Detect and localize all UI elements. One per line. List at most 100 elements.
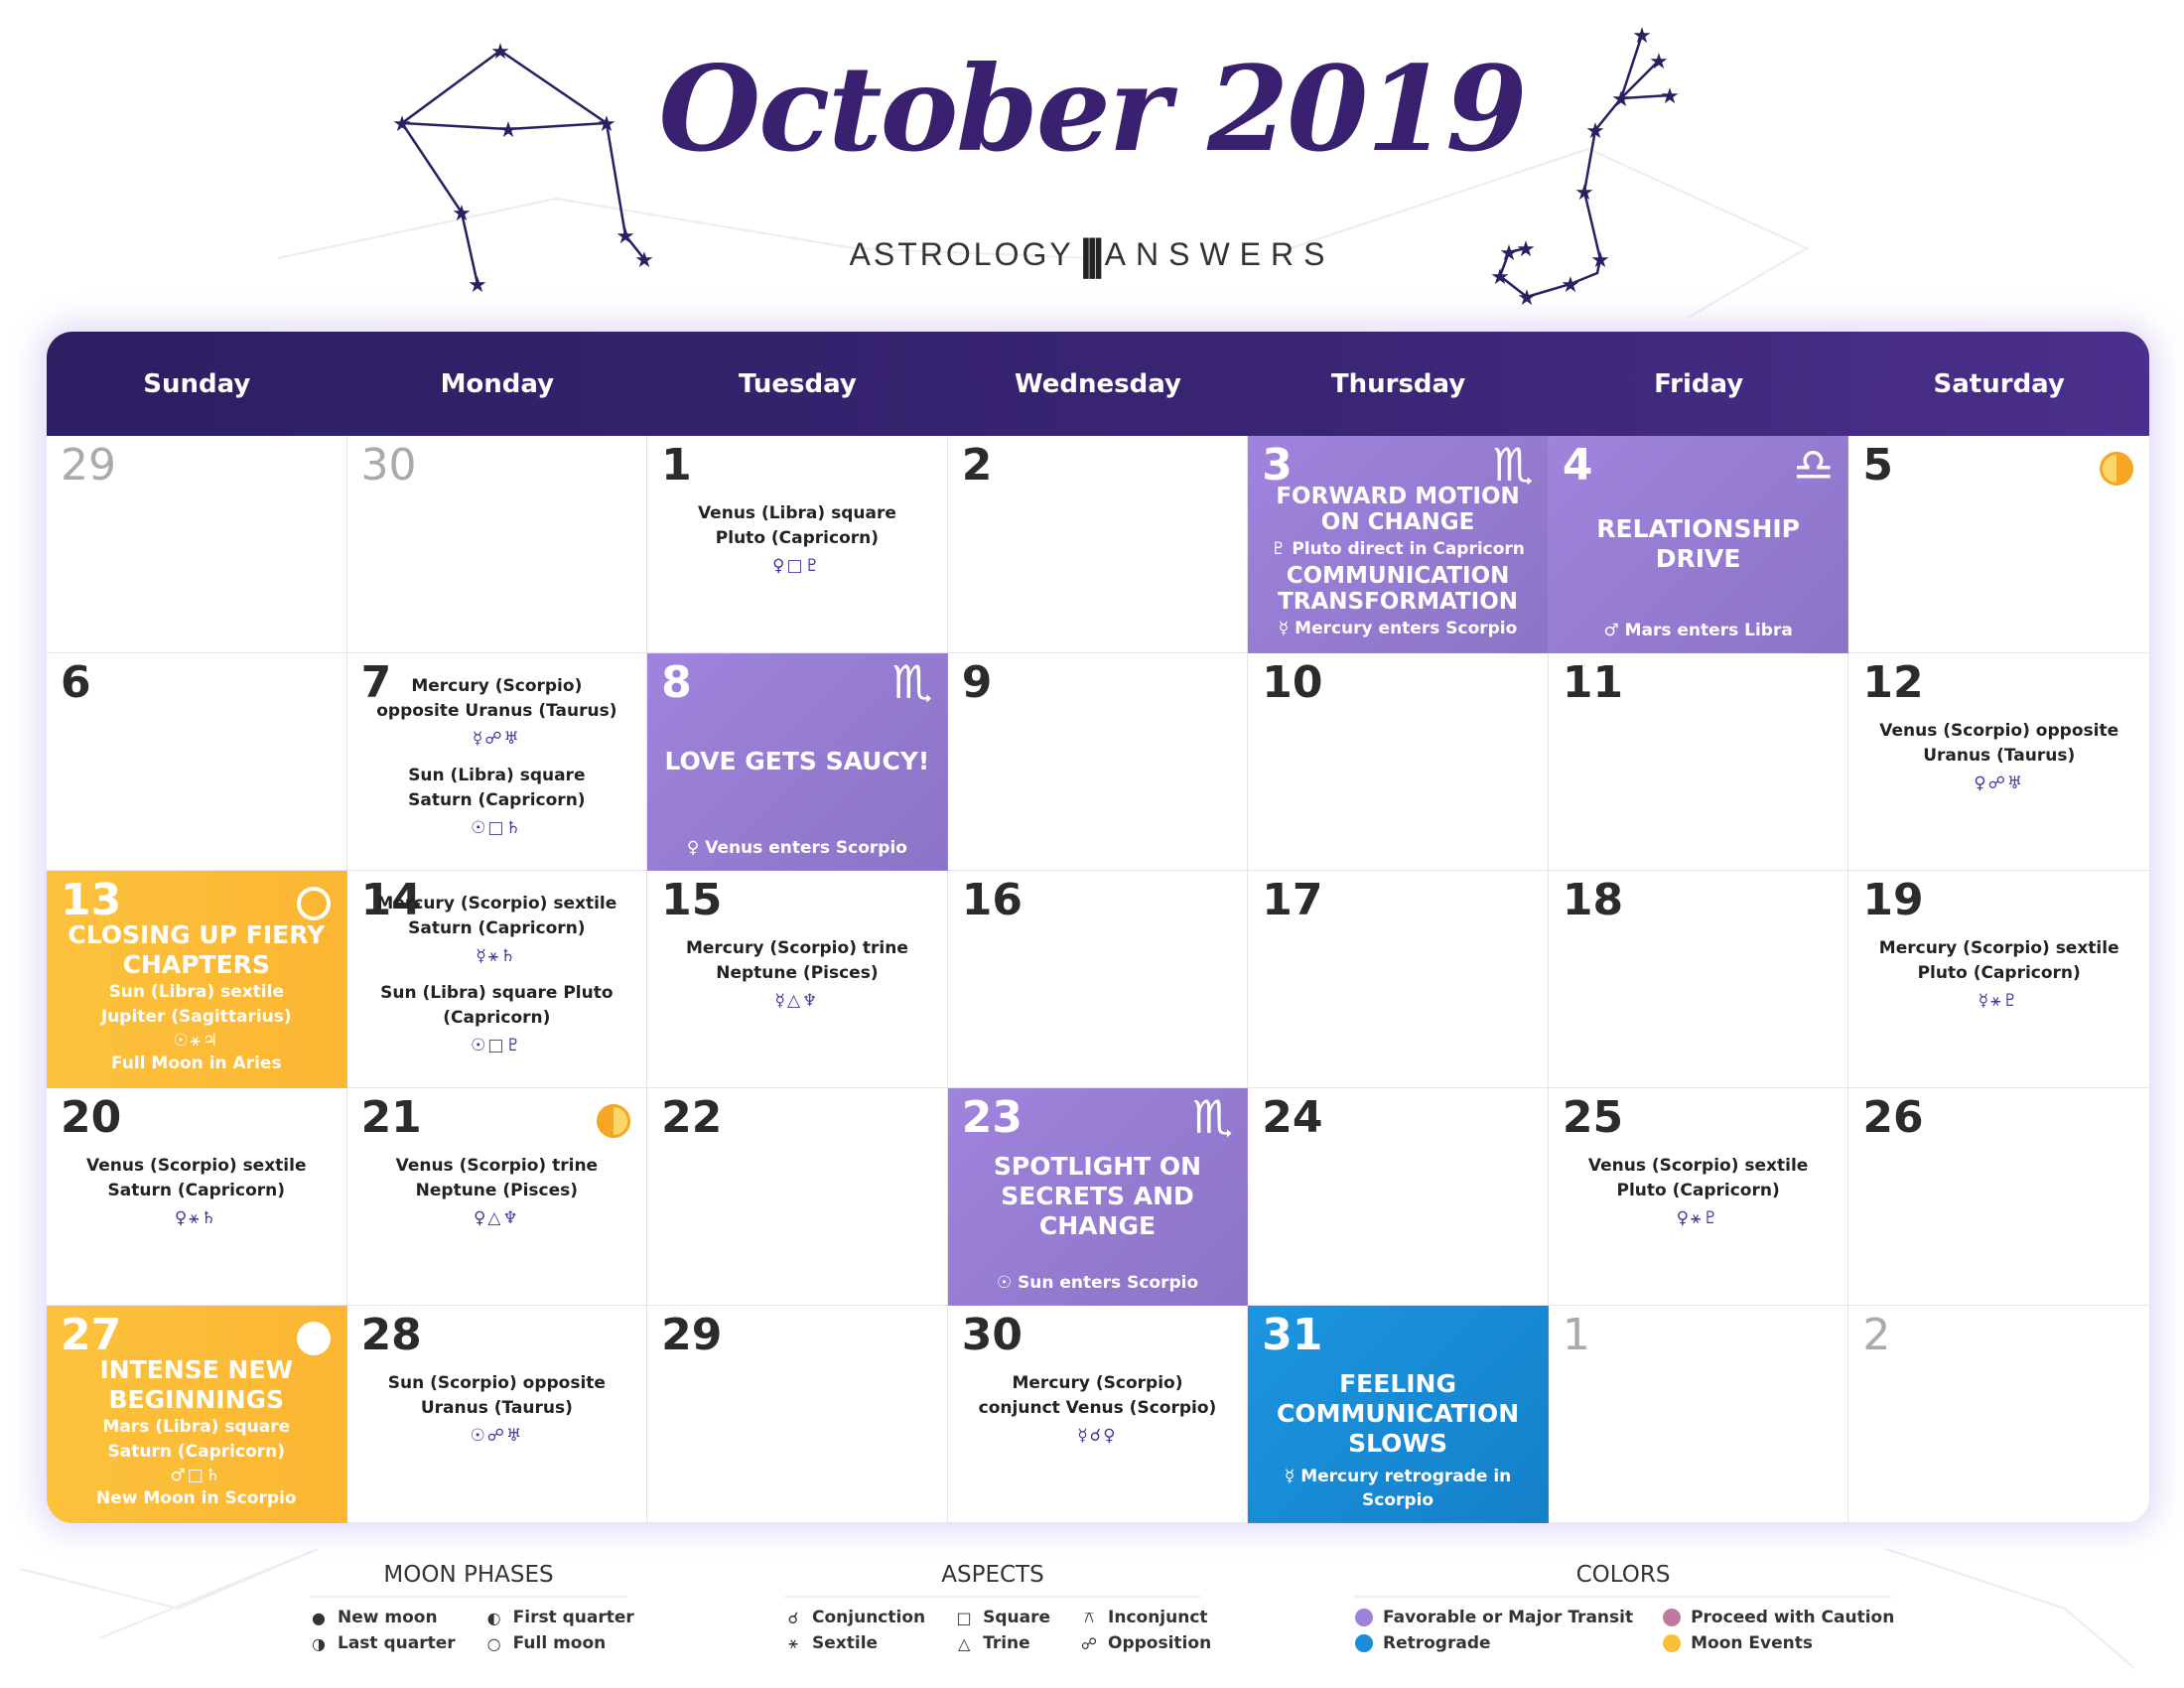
legend-symbol-icon: ◐ (486, 1608, 501, 1627)
day-cell[interactable]: 1 Venus (Libra) square Pluto (Capricorn) ♀… (647, 436, 948, 653)
day-cell[interactable]: 29 (47, 436, 347, 653)
aspect-glyph-icon: ♀□♇ (772, 556, 822, 576)
legend-item: Favorable or Major Transit (1355, 1608, 1633, 1627)
legend-label: Inconjunct (1108, 1608, 1208, 1627)
svg-text:★: ★ (1517, 286, 1537, 311)
legend-symbol-icon: □ (956, 1608, 972, 1627)
event-headline: COMMUNICATION TRANSFORMATION (1278, 563, 1519, 615)
day-cell[interactable]: 16 (947, 871, 1249, 1088)
aspect-text: Mercury (Scorpio) sextile Saturn (Capric… (376, 894, 617, 938)
aspect-text: Venus (Scorpio) sextile Pluto (Capricorn… (1587, 1156, 1809, 1200)
day-cell[interactable]: 15 Mercury (Scorpio) trine Neptune (Pisce… (647, 871, 948, 1088)
day-cell[interactable]: 11 (1548, 653, 1849, 871)
aspect-glyph-icon: ☿△♆ (774, 991, 820, 1011)
day-cell[interactable]: 31 ☿ Mercury retrograde in Scorpio FEELING… (1248, 1306, 1549, 1523)
aspect-glyph-icon: ♀☍♅ (1974, 774, 2025, 793)
day-cell[interactable]: 17 (1248, 871, 1549, 1088)
legend-symbol-icon: ○ (486, 1633, 501, 1653)
day-cell[interactable]: 6 (47, 653, 347, 871)
event-note: ♇ Pluto direct in Capricorn (1271, 539, 1525, 559)
day-cell[interactable]: 3 ♏ FORWARD MOTION ON CHANGE ♇ Pluto direct… (1248, 436, 1549, 653)
day-cell[interactable]: 1 (1548, 1306, 1849, 1523)
day-cell[interactable]: 23 ♏ ☉ Sun enters Scorpio SPOTLIGHT ON SECR… (947, 1088, 1249, 1306)
day-content: Sun (Scorpio) opposite Uranus (Taurus) ☉☍… (355, 1306, 639, 1522)
day-cell[interactable]: 19 Mercury (Scorpio) sextile Pluto (Capri… (1848, 871, 2149, 1088)
calendar-grid: 29 30 1 Venus (Libra) square Pluto (Caprico… (47, 436, 2149, 1523)
aspect-text: Venus (Libra) square Pluto (Capricorn) (697, 503, 896, 548)
day-content (55, 436, 339, 652)
aspect-text: Mercury (Scorpio) conjunct Venus (Scorpi… (978, 1373, 1217, 1418)
weekday-friday: Friday (1654, 368, 1744, 399)
day-content: Venus (Scorpio) opposite Uranus (Taurus)… (1856, 653, 2141, 870)
aspect-glyph-icon: ☿⚹♇ (1978, 991, 2020, 1011)
svg-text:★: ★ (1574, 181, 1594, 206)
event-note: ♀ Venus enters Scorpio (686, 838, 907, 858)
day-content: Mercury (Scorpio) trine Neptune (Pisces)… (655, 871, 939, 1087)
day-cell[interactable]: 8 ♏ ♀ Venus enters Scorpio LOVE GETS SAUCY! (647, 653, 948, 871)
day-cell[interactable]: 30 (346, 436, 648, 653)
aspect-text: Venus (Scorpio) trine Neptune (Pisces) (395, 1156, 599, 1200)
day-cell[interactable]: 28 Sun (Scorpio) opposite Uranus (Taurus)… (346, 1306, 648, 1523)
day-content: Venus (Scorpio) trine Neptune (Pisces) ♀△… (355, 1088, 639, 1305)
day-content: SPOTLIGHT ON SECRETS AND CHANGE (956, 1128, 1240, 1265)
day-cell[interactable]: 20 Venus (Scorpio) sextile Saturn (Capric… (47, 1088, 347, 1306)
day-content (655, 1306, 939, 1522)
day-content (956, 436, 1240, 652)
color-swatch-icon (1663, 1634, 1682, 1652)
day-cell[interactable]: 10 (1248, 653, 1549, 871)
legend-moon-phases: MOON PHASES ● New moon ◐ First quarter ◑ Last… (310, 1562, 634, 1653)
aspect-text: Mercury (Scorpio) opposite Uranus (Tauru… (376, 676, 617, 721)
day-cell[interactable]: 9 (947, 653, 1249, 871)
legend-symbol-icon: △ (957, 1633, 971, 1653)
day-cell[interactable]: 13 CLOSING UP FIERY CHAPTERS Sun (Libra) s… (47, 871, 347, 1088)
aspect-text: Sun (Libra) sextile Jupiter (Sagittarius… (100, 982, 292, 1027)
day-cell[interactable]: 30 Mercury (Scorpio) conjunct Venus (Scor… (947, 1306, 1249, 1523)
legend-symbol-icon: ⚹ (788, 1633, 798, 1652)
page-title: October 2019 (658, 40, 1527, 178)
legend-item: Retrograde (1355, 1633, 1633, 1653)
day-cell[interactable]: 25 Venus (Scorpio) sextile Pluto (Caprico… (1548, 1088, 1849, 1306)
event-headline: LOVE GETS SAUCY! (664, 747, 930, 775)
legend-title: MOON PHASES (310, 1562, 627, 1598)
aspect-glyph-icon: ☉□♇ (471, 1036, 523, 1055)
day-content: Venus (Scorpio) sextile Saturn (Capricor… (55, 1088, 339, 1305)
legend-label: Last quarter (338, 1633, 456, 1653)
day-cell[interactable]: 5 (1848, 436, 2149, 653)
weekday-monday: Monday (440, 368, 555, 399)
legend-symbol-icon: ⚻ (1083, 1608, 1095, 1626)
aspect-glyph-icon: ☉☍♅ (470, 1426, 524, 1446)
day-content: Mercury (Scorpio) sextile Saturn (Capric… (355, 871, 639, 1087)
day-content: Venus (Scorpio) sextile Pluto (Capricorn… (1557, 1088, 1841, 1305)
day-cell[interactable]: 14 Mercury (Scorpio) sextile Saturn (Capr… (346, 871, 648, 1088)
weekday-header: Sunday Monday Tuesday Wednesday Thursday Frid… (47, 332, 2149, 436)
day-cell[interactable]: 21 Venus (Scorpio) trine Neptune (Pisces)… (346, 1088, 648, 1306)
legend-label: Moon Events (1691, 1633, 1813, 1653)
aspect-text: Venus (Scorpio) opposite Uranus (Taurus) (1879, 721, 2119, 766)
day-cell[interactable]: 2 (1848, 1306, 2149, 1523)
color-swatch-icon (1663, 1609, 1682, 1626)
day-cell[interactable]: 29 (647, 1306, 948, 1523)
day-cell[interactable]: 4 ♎ ♂ Mars enters Libra RELATIONSHIP DRIVE (1548, 436, 1849, 653)
day-cell[interactable]: 22 (647, 1088, 948, 1306)
legend: MOON PHASES ● New moon ◐ First quarter ◑ Last… (0, 1562, 2184, 1671)
brand-logo: ASTROLOGY ||| ANSWERS (0, 230, 2184, 280)
day-content (1856, 1306, 2141, 1522)
aspect-text: Venus (Scorpio) sextile Saturn (Capricor… (86, 1156, 307, 1200)
color-swatch-icon (1355, 1609, 1373, 1626)
aspect-glyph-icon: ☉⚹♃ (173, 1031, 220, 1051)
day-cell[interactable]: 12 Venus (Scorpio) opposite Uranus (Tauru… (1848, 653, 2149, 871)
day-cell[interactable]: 26 (1848, 1088, 2149, 1306)
legend-label: Sextile (812, 1633, 879, 1653)
legend-item: ● New moon (310, 1608, 456, 1627)
weekday-thursday: Thursday (1330, 368, 1466, 399)
day-cell[interactable]: 2 (947, 436, 1249, 653)
day-cell[interactable]: 18 (1548, 871, 1849, 1088)
legend-item: Proceed with Caution (1663, 1608, 1894, 1627)
legend-label: Full moon (512, 1633, 607, 1653)
legend-label: New moon (338, 1608, 438, 1627)
day-cell[interactable]: 27 INTENSE NEW BEGINNINGS Mars (Libra) squ… (47, 1306, 347, 1523)
day-content (1256, 653, 1540, 870)
day-cell[interactable]: 7 Mercury (Scorpio) opposite Uranus (Taur… (346, 653, 648, 871)
day-cell[interactable]: 24 (1248, 1088, 1549, 1306)
legend-label: Opposition (1108, 1633, 1212, 1653)
